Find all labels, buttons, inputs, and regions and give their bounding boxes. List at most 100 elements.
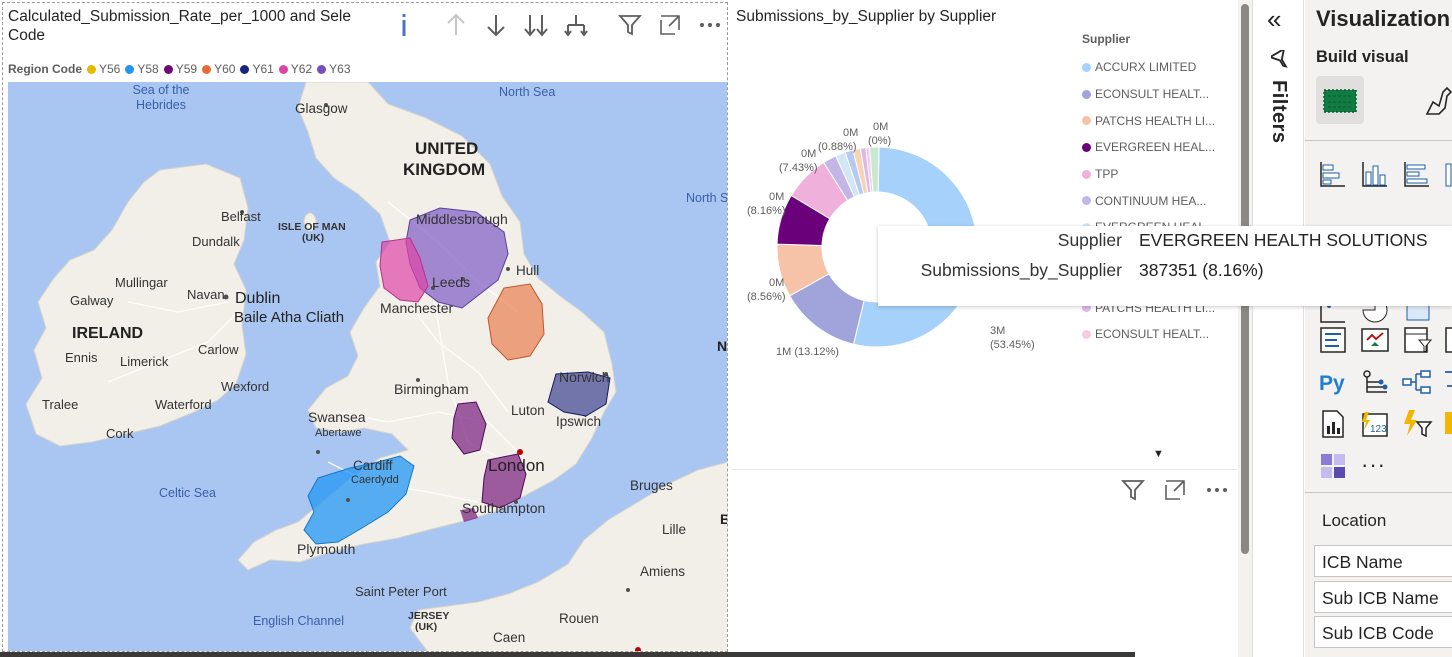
label-london: London xyxy=(488,456,545,475)
clustered-bar-chart-icon[interactable] xyxy=(1401,158,1433,190)
report-vertical-scrollbar[interactable] xyxy=(1238,0,1252,657)
donut-legend-item[interactable]: ECONSULT HEALT... xyxy=(1082,81,1232,108)
donut-legend-item[interactable]: ACCURX LIMITED xyxy=(1082,54,1232,81)
svg-text:123: 123 xyxy=(1370,424,1387,435)
map-visual[interactable]: Calculated_Submission_Rate_per_1000 and … xyxy=(2,2,728,652)
label-waterford: Waterford xyxy=(155,397,212,412)
key-influencers-icon[interactable] xyxy=(1359,366,1391,398)
filters-label[interactable]: Filters xyxy=(1267,80,1290,144)
legend-item-y56[interactable]: Y56 xyxy=(87,62,120,76)
field-pill-icb-name[interactable]: ICB Name xyxy=(1314,545,1452,577)
label-dublin: Dublin xyxy=(235,290,280,307)
label-limerick: Limerick xyxy=(120,354,169,369)
legend-dot xyxy=(317,64,327,74)
tooltip-value: 387351 (8.16%) xyxy=(1139,260,1264,280)
label-hull: Hull xyxy=(516,263,539,278)
build-visual-tab[interactable] xyxy=(1316,76,1364,124)
label-middlesbrough: Middlesbrough xyxy=(416,211,508,227)
label-celtic-sea: Celtic Sea xyxy=(159,486,216,500)
legend-label: ACCURX LIMITED xyxy=(1095,60,1197,75)
label-cardiff: Cardiff xyxy=(353,458,393,473)
donut-data-label: (0%) xyxy=(868,135,891,147)
slicer-icon[interactable] xyxy=(1401,324,1433,356)
visualizations-pane: Visualization Build visual Py 123 ··· Lo… xyxy=(1305,0,1452,657)
donut-legend-item[interactable]: EVERGREEN HEAL... xyxy=(1082,134,1232,161)
more-options-icon[interactable] xyxy=(697,11,723,39)
pane-divider-2 xyxy=(1305,492,1452,493)
label-glasgow: Glasgow xyxy=(295,101,348,116)
python-visual-icon[interactable]: Py xyxy=(1317,366,1349,398)
tooltip-key: Submissions_by_Supplier xyxy=(920,260,1122,280)
visual-type-gallery: Py 123 xyxy=(1305,152,1452,492)
label-navan: Navan xyxy=(187,287,225,302)
more-options-icon[interactable] xyxy=(1203,476,1231,504)
label-ennis: Ennis xyxy=(65,350,98,365)
donut-legend-item[interactable]: CONTINUUM HEA... xyxy=(1082,187,1232,214)
legend-title: Region Code xyxy=(8,62,82,76)
qa-visual-icon[interactable] xyxy=(1443,366,1452,398)
expand-pane-chevron-icon[interactable]: « xyxy=(1267,4,1281,35)
table-icon[interactable] xyxy=(1443,324,1452,356)
format-visual-tab-icon[interactable] xyxy=(1421,80,1452,120)
donut-legend-item[interactable]: TPP xyxy=(1082,161,1232,188)
label-swansea: Swansea xyxy=(308,409,366,425)
clustered-column-chart-icon[interactable] xyxy=(1443,158,1452,190)
filters-pane-collapsed[interactable]: « Filters xyxy=(1252,0,1304,657)
kpi-icon[interactable] xyxy=(1359,324,1391,356)
legend-item-y60[interactable]: Y60 xyxy=(202,62,235,76)
field-pill-sub-icb-code[interactable]: Sub ICB Code xyxy=(1314,616,1452,648)
expand-all-down-icon[interactable] xyxy=(523,11,549,39)
visualizations-title: Visualization xyxy=(1316,6,1451,31)
label-birmingham: Birmingham xyxy=(394,381,469,397)
decomposition-tree-icon[interactable] xyxy=(1401,366,1433,398)
horizontal-scrollbar[interactable] xyxy=(0,652,1135,657)
drill-up-icon[interactable] xyxy=(443,11,469,39)
field-pill-sub-icb-name[interactable]: Sub ICB Name xyxy=(1314,581,1452,613)
focus-mode-icon[interactable] xyxy=(657,11,683,39)
label-english-channel: English Channel xyxy=(253,614,344,628)
paginated-report-icon[interactable] xyxy=(1317,408,1349,440)
label-belfast: Belfast xyxy=(221,209,261,224)
smart-narrative-icon[interactable] xyxy=(1443,408,1452,440)
label-wexford: Wexford xyxy=(221,379,269,394)
legend-item-y63[interactable]: Y63 xyxy=(317,62,351,76)
location-well-label: Location xyxy=(1322,511,1387,530)
label-dundalk: Dundalk xyxy=(192,234,240,249)
legend-item-y61[interactable]: Y61 xyxy=(240,62,274,76)
donut-legend-item[interactable]: ECONSULT HEALT... xyxy=(1082,321,1232,348)
label-sea-of-hebrides-2: Hebrides xyxy=(136,98,186,112)
map-canvas[interactable]: Sea of the Hebrides Glasgow North Sea No… xyxy=(8,82,727,651)
label-lille: Lille xyxy=(662,522,686,537)
expand-next-level-icon[interactable] xyxy=(563,11,589,39)
donut-legend-item[interactable]: PATCHS HEALTH LI... xyxy=(1082,107,1232,134)
multi-row-card-icon[interactable] xyxy=(1317,324,1349,356)
legend-dot xyxy=(1082,62,1091,72)
map-legend: Region Code Y56 Y58 Y59 Y60 Y61 Y62 Y63 xyxy=(8,60,356,78)
data-point-tooltip: Supplier EVERGREEN HEALTH SOLUTIONS Subm… xyxy=(878,226,1452,306)
stacked-bar-chart-icon[interactable] xyxy=(1317,158,1349,190)
stacked-column-chart-icon[interactable] xyxy=(1359,158,1391,190)
drill-down-icon[interactable] xyxy=(483,11,509,39)
legend-item-y62[interactable]: Y62 xyxy=(278,62,312,76)
legend-label: Y61 xyxy=(252,62,274,76)
label-isle-of-man-2: (UK) xyxy=(302,232,324,244)
legend-item-y58[interactable]: Y58 xyxy=(125,62,159,76)
app-source-visual-icon[interactable] xyxy=(1317,450,1349,482)
info-icon[interactable] xyxy=(391,11,417,39)
map-title-line-2: Code xyxy=(8,27,46,44)
legend-dot xyxy=(240,64,250,74)
label-rouen: Rouen xyxy=(559,611,599,626)
focus-mode-icon[interactable] xyxy=(1161,476,1189,504)
power-automate-icon[interactable] xyxy=(1401,408,1433,440)
label-southampton: Southampton xyxy=(462,500,545,516)
more-visuals-ellipsis[interactable]: ··· xyxy=(1361,452,1386,478)
legend-dot xyxy=(163,64,173,74)
label-manchester: Manchester xyxy=(380,300,453,316)
legend-scroll-down-icon[interactable]: ▼ xyxy=(1153,448,1164,460)
filter-icon[interactable] xyxy=(1119,476,1147,504)
legend-item-y59[interactable]: Y59 xyxy=(163,62,197,76)
filter-funnel-icon xyxy=(1267,47,1291,75)
filter-icon[interactable] xyxy=(617,11,643,39)
label-carlow: Carlow xyxy=(198,342,239,357)
power-apps-icon[interactable]: 123 xyxy=(1359,408,1391,440)
